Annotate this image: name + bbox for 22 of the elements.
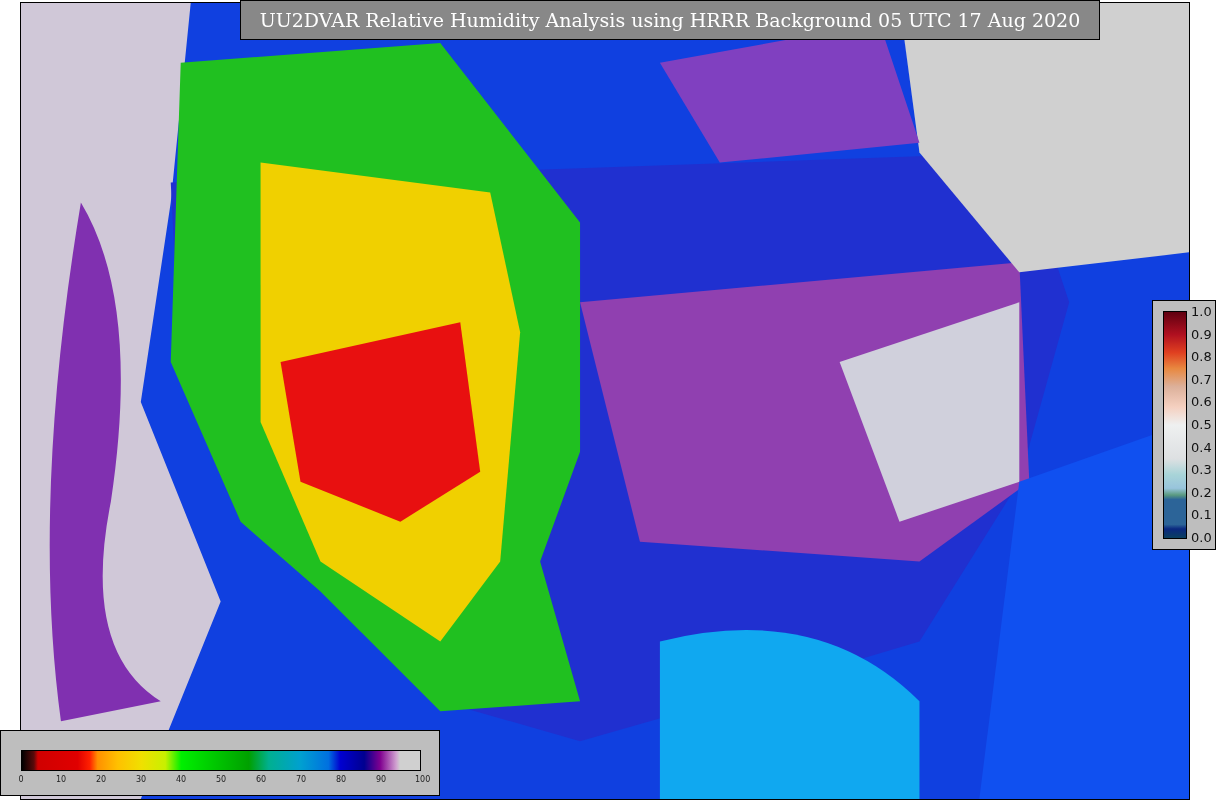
tick-label: 40 [175, 775, 187, 784]
tick-label: 90 [375, 775, 387, 784]
tick-label: 30 [135, 775, 147, 784]
tick-label: 20 [95, 775, 107, 784]
tick-label: 0.6 [1191, 395, 1212, 410]
map-title: UU2DVAR Relative Humidity Analysis using HRRR Background 05 UTC 17 Aug 2020 [240, 0, 1100, 40]
tick-label: 70 [295, 775, 307, 784]
tick-label: 1.0 [1191, 305, 1212, 319]
tick-label: 10 [55, 775, 67, 784]
tick-label: 0.1 [1191, 508, 1212, 523]
tick-label: 0.9 [1191, 327, 1212, 342]
tick-label: 0.8 [1191, 350, 1212, 365]
tick-label: 80 [335, 775, 347, 784]
tick-label: 0.0 [1191, 530, 1212, 545]
tick-label: 60 [255, 775, 267, 784]
tick-label: 0.7 [1191, 372, 1212, 387]
tick-label: 0.2 [1191, 485, 1212, 500]
tick-label: 0.5 [1191, 417, 1212, 432]
tick-label: 0.4 [1191, 440, 1212, 455]
tick-label: 0.3 [1191, 463, 1212, 478]
tick-label: 50 [215, 775, 227, 784]
tick-label: 0 [17, 775, 25, 784]
